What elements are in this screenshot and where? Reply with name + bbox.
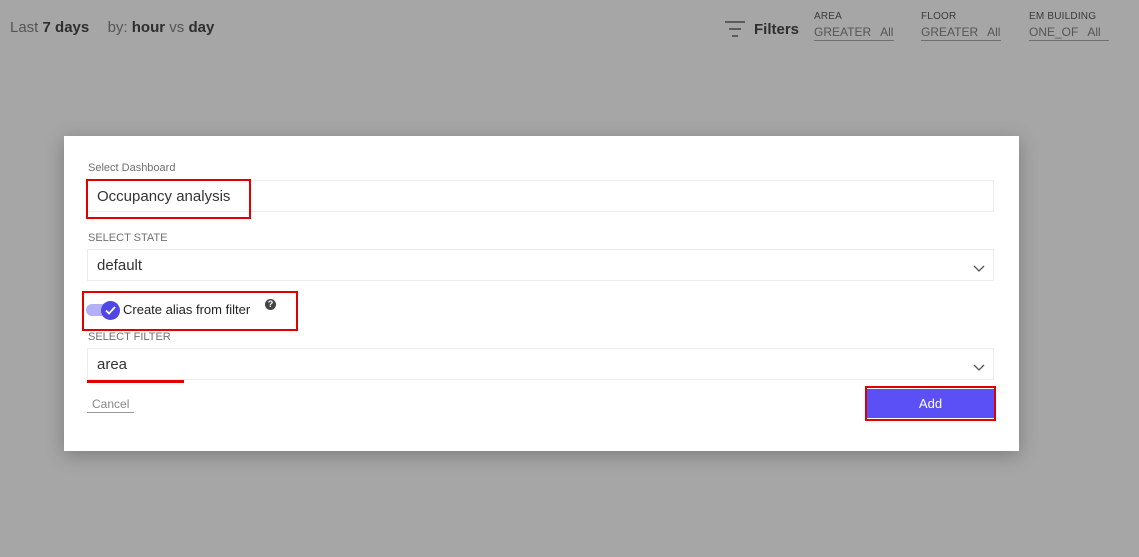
filter-area-name: AREA (814, 11, 843, 22)
add-to-dashboard-dialog: Select Dashboard Occupancy analysis SELE… (64, 136, 1019, 451)
dashboard-value: Occupancy analysis (97, 188, 231, 205)
filter-floor-selection: All (987, 25, 1001, 39)
filter-em-building-operator: ONE_OF (1029, 25, 1079, 39)
state-label: SELECT STATE (88, 232, 168, 244)
add-button[interactable]: Add (867, 389, 994, 418)
filter-label: SELECT FILTER (88, 331, 171, 343)
dashboard-select[interactable]: Occupancy analysis (87, 180, 994, 212)
group-primary[interactable]: hour (132, 19, 165, 36)
filter-em-building-value[interactable]: ONE_OF All (1029, 25, 1109, 41)
filter-area-value[interactable]: GREATER All (814, 25, 894, 41)
filter-floor-value[interactable]: GREATER All (921, 25, 1001, 41)
state-value: default (97, 257, 143, 274)
dashboard-label: Select Dashboard (88, 162, 176, 174)
filter-floor[interactable]: FLOOR GREATER All (921, 11, 1001, 41)
filter-area[interactable]: AREA GREATER All (814, 11, 894, 41)
cancel-button[interactable]: Cancel (87, 397, 135, 413)
filter-floor-operator: GREATER (921, 25, 979, 39)
check-icon (101, 301, 120, 320)
filter-em-building-selection: All (1087, 25, 1101, 39)
filter-area-selection: All (880, 25, 894, 39)
chevron-down-icon (973, 359, 985, 377)
filter-select[interactable]: area (87, 348, 994, 380)
filters-label: Filters (754, 20, 800, 38)
vs-label: vs (169, 19, 185, 36)
filter-area-operator: GREATER (814, 25, 872, 39)
filter-floor-name: FLOOR (921, 11, 957, 22)
by-label: by: (107, 19, 128, 36)
alias-toggle[interactable] (86, 301, 122, 321)
top-bar: Last 7 days by: hour vs day Filters AREA… (0, 0, 1139, 56)
state-select[interactable]: default (87, 249, 994, 281)
filter-em-building-name: EM BUILDING (1029, 11, 1097, 22)
range-value: 7 days (42, 19, 90, 36)
add-button-label: Add (918, 396, 943, 411)
filter-value: area (97, 356, 128, 373)
filter-underline-highlight (87, 380, 184, 383)
help-icon[interactable]: ? (265, 299, 276, 310)
alias-toggle-label: Create alias from filter (123, 302, 251, 317)
time-range-selector[interactable]: Last 7 days by: hour vs day (10, 19, 214, 36)
range-prefix: Last (10, 19, 39, 36)
filter-em-building[interactable]: EM BUILDING ONE_OF All (1029, 11, 1109, 41)
filter-icon (724, 19, 746, 39)
filters-button[interactable]: Filters (724, 18, 799, 40)
chevron-down-icon (973, 260, 985, 278)
group-compare[interactable]: day (188, 19, 214, 36)
